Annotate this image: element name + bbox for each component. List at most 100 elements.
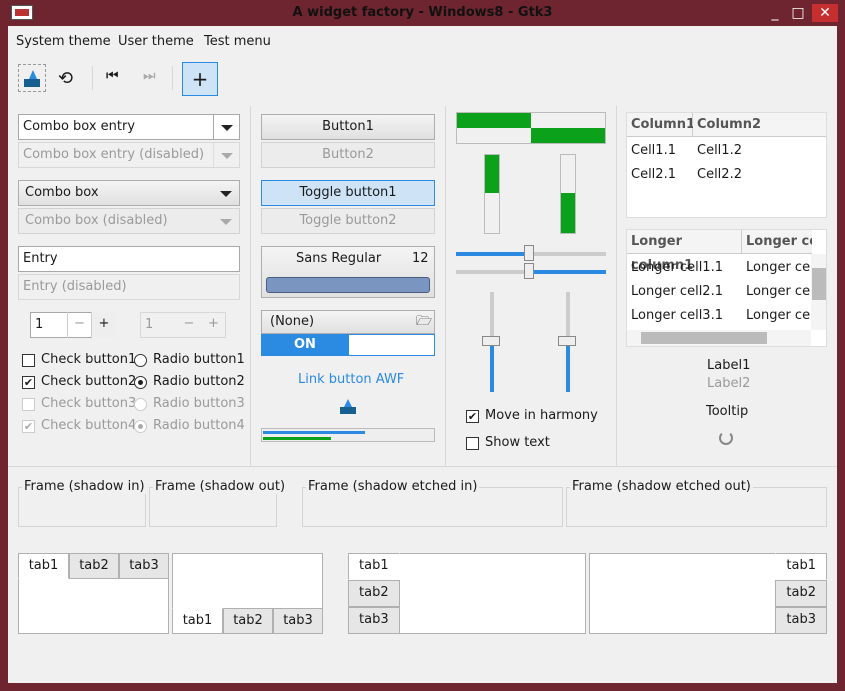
show-text-check[interactable] (466, 437, 479, 450)
tab3[interactable]: tab3 (348, 607, 400, 634)
table-cell[interactable]: Longer cell (746, 308, 810, 323)
check-button2-box[interactable]: ✔ (22, 376, 35, 389)
tab2[interactable]: tab2 (223, 608, 273, 634)
combo-box-disabled: Combo box (disabled) (18, 208, 240, 234)
table-cell[interactable]: Cell2.1 (631, 167, 676, 182)
link-button[interactable]: Link button AWF (298, 372, 404, 387)
check-button1-label: Check button1 (41, 352, 137, 367)
table-cell[interactable]: Longer cell (746, 260, 810, 275)
label2: Label2 (707, 376, 751, 391)
font-size: 12 (412, 251, 429, 266)
move-harmony-label: Move in harmony (485, 408, 598, 423)
toggle-button2: Toggle button2 (261, 208, 435, 234)
label1: Label1 (707, 358, 751, 373)
vertical-scrollbar[interactable] (811, 254, 826, 330)
vscale-1[interactable] (482, 292, 500, 392)
table-cell[interactable]: Cell1.1 (631, 143, 676, 158)
tab3[interactable]: tab3 (273, 608, 323, 634)
progress-bars (261, 428, 435, 442)
tab2[interactable]: tab2 (69, 553, 119, 579)
minus-icon[interactable]: − (67, 312, 91, 338)
close-button[interactable]: ✕ (812, 4, 838, 22)
check-button1-box[interactable] (22, 354, 35, 367)
table-cell[interactable]: Longer cell (746, 284, 810, 299)
entry-field-disabled: Entry (disabled) (18, 274, 240, 300)
toolbar-item-app[interactable] (18, 64, 46, 92)
vscale-2[interactable] (558, 292, 576, 392)
radio-button1-label: Radio button1 (153, 352, 245, 367)
table-cell[interactable]: Cell1.2 (697, 143, 742, 158)
column-header[interactable]: Longer column1 (627, 230, 742, 273)
file-chooser-button[interactable]: (None) 🗁 (261, 310, 435, 334)
toggle-button1[interactable]: Toggle button1 (261, 180, 435, 206)
slider-handle[interactable] (524, 245, 534, 261)
notebook-panel (399, 553, 586, 634)
combo-box[interactable]: Combo box (18, 180, 240, 206)
frame-label: Frame (shadow out) (153, 479, 288, 494)
check-button4-box: ✔ (22, 420, 35, 433)
slider-handle[interactable] (524, 263, 534, 279)
check-button3-box (22, 398, 35, 411)
color-button[interactable] (266, 277, 430, 293)
window-title: A widget factory - Windows8 - Gtk3 (292, 5, 553, 20)
minimize-button[interactable]: _ (764, 4, 786, 22)
refresh-icon[interactable]: ⟲ (58, 68, 73, 89)
title-bar[interactable]: A widget factory - Windows8 - Gtk3 _ □ ✕ (0, 0, 845, 26)
horizontal-scrollbar[interactable] (627, 330, 811, 346)
spin-button[interactable]: 1 − + (30, 312, 116, 338)
menu-user-theme[interactable]: User theme (118, 34, 194, 49)
table-cell[interactable]: Longer cell1.1 (631, 260, 723, 275)
plus-icon: + (208, 316, 219, 331)
notebook-panel (589, 553, 776, 634)
tree-view-2[interactable]: Longer column1 Longer co Longer cell1.1 … (626, 229, 827, 347)
spinner-icon (719, 431, 733, 445)
plus-icon[interactable]: + (91, 312, 116, 338)
tab1[interactable]: tab1 (348, 553, 400, 580)
minus-icon: − (183, 316, 195, 331)
table-cell[interactable]: Longer cell2.1 (631, 284, 723, 299)
hscale-1[interactable] (456, 245, 606, 261)
button1[interactable]: Button1 (261, 114, 435, 140)
radio-button3-label: Radio button3 (153, 396, 245, 411)
switch[interactable]: ON (261, 334, 435, 356)
table-cell[interactable]: Cell2.2 (697, 167, 742, 182)
frame-label: Frame (shadow etched out) (570, 479, 753, 494)
column-header[interactable]: Longer co (742, 230, 812, 254)
tab3[interactable]: tab3 (119, 553, 169, 579)
vertical-level-bar-1 (484, 154, 500, 234)
frame-label: Frame (shadow in) (22, 479, 147, 494)
goto-first-icon[interactable]: ⏮ (106, 68, 119, 84)
menu-test-menu[interactable]: Test menu (204, 34, 271, 49)
column-header[interactable]: Column1 (627, 113, 695, 137)
tab3[interactable]: tab3 (775, 607, 827, 634)
font-button[interactable]: Sans Regular 12 (261, 246, 435, 298)
slider-handle[interactable] (558, 336, 576, 346)
goto-last-icon[interactable]: ⏭ (143, 68, 156, 84)
column-header[interactable]: Column2 (693, 113, 826, 137)
chevron-down-icon[interactable] (221, 125, 233, 131)
combo-entry-disabled-text: Combo box entry (disabled) (23, 147, 205, 162)
tree-view-1[interactable]: Column1 Column2 Cell1.1 Cell1.2 Cell2.1 … (626, 112, 827, 218)
tab1[interactable]: tab1 (172, 608, 223, 634)
chevron-down-icon (220, 191, 232, 197)
maximize-button[interactable]: □ (787, 4, 809, 22)
entry-field[interactable]: Entry (18, 246, 240, 272)
tooltip-label[interactable]: Tooltip (706, 404, 748, 419)
folder-icon: 🗁 (416, 314, 433, 329)
menu-system-theme[interactable]: System theme (16, 34, 111, 49)
add-icon[interactable]: + (182, 62, 218, 96)
notebook-panel (18, 578, 169, 634)
check-button3-label: Check button3 (41, 396, 137, 411)
slider-handle[interactable] (482, 336, 500, 346)
combo-entry-text: Combo box entry (23, 119, 136, 134)
hscale-2[interactable] (456, 263, 606, 279)
table-cell[interactable]: Longer cell3.1 (631, 308, 723, 323)
combo-box-entry[interactable]: Combo box entry (18, 114, 240, 140)
radio-button1-circle[interactable] (134, 354, 147, 367)
tab1[interactable]: tab1 (775, 553, 827, 580)
tab2[interactable]: tab2 (775, 580, 827, 607)
move-harmony-check[interactable]: ✔ (466, 410, 479, 423)
tab1[interactable]: tab1 (18, 553, 69, 579)
radio-button2-circle[interactable] (134, 376, 147, 389)
tab2[interactable]: tab2 (348, 580, 400, 607)
